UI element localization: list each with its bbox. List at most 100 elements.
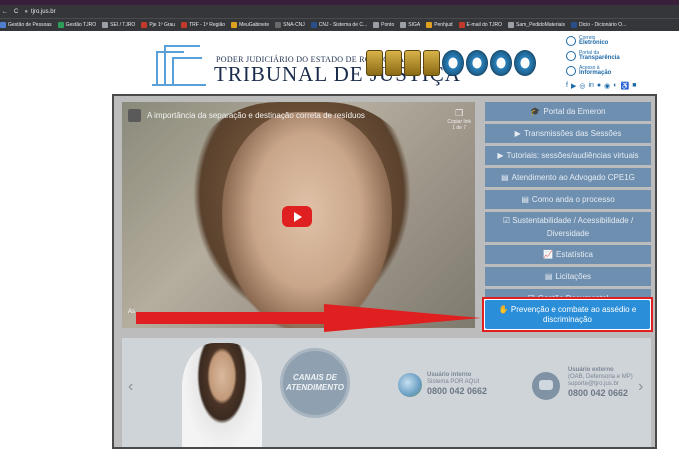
bookmark-icon: [400, 22, 407, 28]
flickr-icon[interactable]: ●: [597, 82, 601, 90]
bookmark-label: Penhjud: [434, 22, 453, 28]
video-title[interactable]: A importância da separação e destinação …: [147, 111, 365, 120]
contrast-icon[interactable]: ◐: [613, 82, 617, 90]
facebook-icon[interactable]: f: [566, 82, 568, 90]
play-button[interactable]: [282, 206, 312, 227]
canais-badge: CANAIS DE ATENDIMENTO: [280, 348, 350, 418]
globe-icon: [398, 373, 422, 397]
chevron-left-icon[interactable]: ‹: [128, 378, 133, 396]
info-icon: [566, 65, 576, 76]
seal-icon: [490, 50, 512, 76]
bookmark-item[interactable]: SNA-CNJ: [275, 22, 305, 28]
menu-item-como-anda[interactable]: ▤ Como anda o processo: [485, 190, 651, 209]
menu-item-licitacoes[interactable]: ▤ Licitações: [485, 267, 651, 286]
link-label: Eletrônico: [579, 39, 609, 46]
graduation-icon: 🎓: [530, 107, 541, 116]
linkedin-icon[interactable]: in: [588, 82, 593, 90]
tribunal-logo[interactable]: [150, 41, 210, 89]
external-user-contact[interactable]: Usuário externo (OAB, Defensoria e MP) s…: [568, 367, 633, 398]
transparency-icon: [566, 50, 576, 61]
seal-icon: [514, 50, 536, 76]
menu-item-label: Atendimento ao Advogado CPE1G: [511, 173, 635, 182]
bookmark-label: MeuGabinete: [239, 22, 270, 28]
bookmark-item[interactable]: Ponto: [373, 22, 394, 28]
menu-item-estatistica[interactable]: 📈 Estatística: [485, 245, 651, 264]
seal-icon: [423, 50, 440, 76]
menu-item-prevencao-assedio[interactable]: ✋ Prevenção e combate ao assédio e discr…: [485, 300, 650, 329]
red-arrow-annotation: [136, 304, 481, 332]
back-icon[interactable]: ←: [2, 9, 8, 15]
bookmark-item[interactable]: Gestão TJRO: [57, 22, 97, 28]
bookmark-item[interactable]: MeuGabinete: [231, 22, 269, 28]
bookmark-item[interactable]: CNJ - Sistema de C...: [310, 22, 368, 28]
link-acesso-informacao[interactable]: Acesso à Informação: [566, 63, 636, 78]
bookmark-label: TRF - 1ª Região: [189, 22, 226, 28]
bookmark-icon: [181, 22, 188, 28]
menu-item-atendimento-advogado[interactable]: ▤ Atendimento ao Advogado CPE1G: [485, 168, 651, 187]
menu-item-label: Portal da Emeron: [543, 107, 606, 116]
accessibility-icon[interactable]: ♿: [620, 82, 629, 90]
bookmark-item[interactable]: TRF - 1ª Região: [181, 22, 225, 28]
menu-item-tutoriais[interactable]: ▶ Tutoriais: sessões/audiências virtuais: [485, 146, 651, 165]
reload-icon[interactable]: C: [14, 9, 18, 15]
bookmark-icon: [275, 22, 282, 28]
bookmark-item[interactable]: Pje 1º Grau: [141, 22, 175, 28]
quick-menu: 🎓 Portal da Emeron ▶ Transmissões das Sess…: [485, 102, 651, 311]
menu-item-emeron[interactable]: 🎓 Portal da Emeron: [485, 102, 651, 121]
link-transparencia[interactable]: Portal da Transparência: [566, 48, 636, 63]
bookmark-item[interactable]: E-mail do TJRO: [458, 22, 502, 28]
channel-icon[interactable]: [128, 109, 141, 122]
internal-user-contact[interactable]: Usuário interno Sistema POR AQUI 0800 04…: [427, 372, 487, 396]
menu-item-transmissoes[interactable]: ▶ Transmissões das Sessões: [485, 124, 651, 143]
video-player[interactable]: A importância da separação e destinação …: [122, 102, 475, 328]
contact-phone: 0800 042 0662: [427, 386, 488, 396]
bookmark-label: Pje 1º Grau: [149, 22, 176, 28]
canais-label: ATENDIMENTO: [286, 383, 344, 392]
url-text[interactable]: tjro.jus.br: [31, 9, 56, 15]
chart-icon: 📈: [543, 250, 554, 259]
bookmark-item[interactable]: Gestão de Pessoas: [0, 22, 52, 28]
seal-icon: [442, 50, 464, 76]
lock-icon[interactable]: ●: [24, 9, 28, 15]
mail-icon: [566, 35, 576, 46]
link-correio[interactable]: Correio Eletrônico: [566, 33, 636, 48]
menu-item-label: Sustentabilidade / Acessibilidade /: [512, 215, 634, 225]
instagram-icon[interactable]: ◎: [579, 82, 585, 90]
bookmark-item[interactable]: SIGA: [400, 22, 420, 28]
lock-icon[interactable]: ■: [632, 82, 636, 90]
menu-item-label: Transmissões das Sessões: [523, 129, 622, 138]
chevron-right-icon[interactable]: ›: [638, 378, 643, 396]
bookmark-label: Sam_PedidoMateriais: [516, 22, 565, 28]
menu-item-label: Tutoriais: sessões/audiências virtuais: [506, 151, 639, 160]
attendant-image: [182, 343, 262, 447]
bookmark-item[interactable]: Dicio - Dicionário O...: [570, 22, 626, 28]
bookmark-item[interactable]: Sam_PedidoMateriais: [508, 22, 565, 28]
menu-item-label: Como anda o processo: [531, 195, 615, 204]
youtube-icon[interactable]: ▶: [571, 82, 576, 90]
bookmark-icon: [231, 22, 238, 28]
contact-sub: Sistema POR AQUI: [427, 379, 480, 385]
bookmark-label: Gestão TJRO: [65, 22, 97, 28]
youtube-icon: ▶: [497, 151, 504, 160]
contact-phone: 0800 042 0662: [568, 388, 629, 398]
seal-icon: [385, 50, 402, 76]
copy-icon: ❐: [455, 108, 464, 118]
copy-link-button[interactable]: ❐ Copiar link 1 de 7: [447, 108, 471, 131]
bookmark-item[interactable]: Penhjud: [426, 22, 453, 28]
link-label: Informação: [579, 69, 612, 76]
bookmark-icon: [310, 22, 317, 28]
video-counter: 1 de 7: [452, 125, 467, 131]
canais-label: CANAIS DE: [292, 373, 337, 382]
menu-item-sustentabilidade[interactable]: ☑ Sustentabilidade / Acessibilidade / Div…: [485, 212, 651, 242]
video-footer-text: As: [128, 309, 136, 315]
bookmark-label: SEI / TJRO: [110, 22, 136, 28]
bookmark-icon: [373, 22, 380, 28]
seal-icon: [466, 50, 488, 76]
menu-item-label: Licitações: [555, 272, 592, 281]
bookmark-item[interactable]: SEI / TJRO: [102, 22, 135, 28]
social-links: f ▶ ◎ in ● ◉ ◐ ♿ ■: [566, 82, 636, 90]
spotify-icon[interactable]: ◉: [604, 82, 610, 90]
bookmark-label: CNJ - Sistema de C...: [318, 22, 368, 28]
content-area: A importância da separação e destinação …: [112, 94, 657, 449]
bookmark-icon: [458, 22, 465, 28]
